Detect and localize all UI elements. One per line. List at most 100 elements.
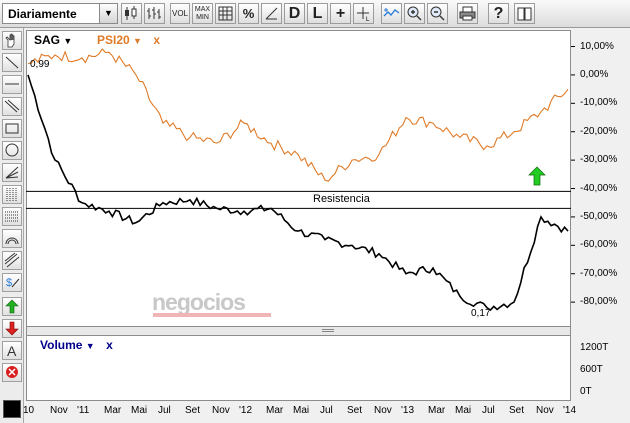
scale-icon bbox=[265, 7, 278, 20]
period-dropdown[interactable]: Diariamente ▼ bbox=[2, 3, 118, 24]
chevron-down-icon[interactable]: ▼ bbox=[133, 36, 142, 46]
candlestick-button[interactable] bbox=[121, 3, 142, 24]
dollar-icon: $ bbox=[6, 277, 20, 289]
channel-icon bbox=[4, 252, 20, 268]
rectangle-icon bbox=[5, 123, 19, 134]
toolbar: Diariamente ▼ VOL MAX MIN % D L + L ? bbox=[0, 0, 630, 28]
y-tick-label: 10,00% bbox=[580, 40, 614, 52]
ohlc-bars-button[interactable] bbox=[144, 3, 165, 24]
crosshair-button[interactable]: + bbox=[330, 3, 351, 24]
y-tick-label: -10,00% bbox=[580, 97, 618, 109]
color-swatch[interactable] bbox=[3, 400, 21, 418]
start-value-label: 0,99 bbox=[30, 59, 50, 70]
horizontal-line-icon bbox=[5, 83, 19, 85]
x-tick-label: Nov bbox=[374, 405, 392, 416]
symbol-label: SAG bbox=[34, 33, 61, 47]
drawing-tools-column: $ A bbox=[0, 28, 24, 423]
levels-icon bbox=[5, 211, 19, 222]
compare-close-icon[interactable]: x bbox=[153, 33, 160, 47]
book-icon bbox=[517, 7, 532, 21]
delete-tool[interactable] bbox=[2, 363, 22, 382]
book-button[interactable] bbox=[514, 3, 535, 24]
fibonacci-tool[interactable] bbox=[2, 185, 22, 204]
daily-button[interactable]: D bbox=[284, 3, 305, 24]
green-up-arrow-icon bbox=[5, 299, 19, 314]
print-button[interactable] bbox=[457, 3, 478, 24]
indicators-button[interactable] bbox=[381, 3, 402, 24]
watermark-underline bbox=[153, 313, 271, 317]
x-tick-label: Set bbox=[509, 405, 525, 416]
percent-button[interactable]: % bbox=[238, 3, 259, 24]
text-tool[interactable]: A bbox=[2, 341, 22, 360]
pan-hand-tool[interactable] bbox=[2, 31, 22, 50]
period-label: Diariamente bbox=[8, 7, 77, 21]
maxmin-button[interactable]: MAX MIN bbox=[192, 3, 213, 24]
circle-icon bbox=[5, 143, 19, 157]
line-chart-button[interactable]: L bbox=[307, 3, 328, 24]
x-tick-label: Set bbox=[347, 405, 363, 416]
fibonacci-levels-tool[interactable] bbox=[2, 207, 22, 226]
y-tick-label: -30,00% bbox=[580, 154, 618, 166]
arc-tool[interactable] bbox=[2, 229, 22, 248]
volume-legend[interactable]: Volume ▼ x bbox=[40, 338, 113, 352]
chevron-down-icon[interactable]: ▼ bbox=[86, 341, 95, 351]
rectangle-tool[interactable] bbox=[2, 119, 22, 138]
volume-close-icon[interactable]: x bbox=[106, 338, 113, 352]
sell-arrow-tool[interactable] bbox=[2, 319, 22, 338]
x-tick-label: '12 bbox=[239, 405, 253, 416]
zoom-out-button[interactable] bbox=[427, 3, 448, 24]
x-tick-label: Nov bbox=[536, 405, 554, 416]
chevron-down-icon[interactable]: ▼ bbox=[99, 4, 117, 23]
maxmin-top-label: MAX bbox=[194, 6, 211, 13]
y-tick-label: -80,00% bbox=[580, 296, 618, 308]
text-a-icon: A bbox=[7, 343, 17, 359]
x-tick-label: Mai bbox=[131, 405, 148, 416]
grid-button[interactable] bbox=[215, 3, 236, 24]
grip-icon bbox=[322, 329, 334, 332]
hand-icon bbox=[5, 33, 15, 48]
compare-legend[interactable]: PSI20 ▼ x bbox=[97, 33, 160, 47]
watermark-logo: negocios bbox=[152, 289, 246, 315]
linear-scale-button[interactable] bbox=[261, 3, 282, 24]
symbol-legend[interactable]: SAG ▼ bbox=[34, 33, 72, 47]
horizontal-line-tool[interactable] bbox=[2, 75, 22, 94]
volume-label: Volume bbox=[40, 338, 83, 352]
min-value-label: 0,17 bbox=[471, 308, 491, 319]
dollar-lines-tool[interactable]: $ bbox=[2, 273, 22, 292]
l-label: L bbox=[312, 5, 323, 22]
help-icon: ? bbox=[493, 5, 504, 22]
fibonacci-icon bbox=[6, 188, 17, 201]
fan-icon bbox=[5, 166, 19, 179]
compare-label: PSI20 bbox=[97, 33, 130, 47]
ellipse-tool[interactable] bbox=[2, 141, 22, 160]
print-icon bbox=[459, 6, 476, 21]
diagonal-line-icon bbox=[5, 56, 19, 69]
arc-icon bbox=[5, 237, 19, 245]
zoom-in-button[interactable] bbox=[404, 3, 425, 24]
help-button[interactable]: ? bbox=[488, 3, 509, 24]
chart-application: Diariamente ▼ VOL MAX MIN % D L + L ? $ … bbox=[0, 0, 630, 423]
volume-y-tick-label: 600T bbox=[580, 364, 603, 375]
chevron-down-icon[interactable]: ▼ bbox=[63, 36, 72, 46]
fan-tool[interactable] bbox=[2, 163, 22, 182]
svg-text:L: L bbox=[366, 17, 370, 23]
x-tick-label: '14 bbox=[563, 405, 577, 416]
buy-arrow-tool[interactable] bbox=[2, 297, 22, 316]
x-tick-label: Mar bbox=[104, 405, 122, 416]
red-down-arrow-icon bbox=[5, 321, 19, 336]
x-tick-label: Jul bbox=[320, 405, 333, 416]
x-tick-label: Mar bbox=[428, 405, 446, 416]
y-tick-label: 0,00% bbox=[580, 68, 609, 80]
volume-button[interactable]: VOL bbox=[170, 3, 190, 24]
grid-icon bbox=[218, 6, 233, 21]
parallel-lines-tool[interactable] bbox=[2, 97, 22, 116]
panel-resize-handle[interactable] bbox=[26, 327, 571, 335]
x-tick-label: Jul bbox=[158, 405, 171, 416]
x-tick-label: Mai bbox=[293, 405, 310, 416]
x-tick-label: Set bbox=[185, 405, 201, 416]
x-tick-label: 10 bbox=[23, 405, 35, 416]
trend-line-tool[interactable] bbox=[2, 53, 22, 72]
channel-tool[interactable] bbox=[2, 251, 22, 270]
crosshair-small-button[interactable]: L bbox=[353, 3, 374, 24]
resistance-label: Resistencia bbox=[313, 193, 370, 205]
